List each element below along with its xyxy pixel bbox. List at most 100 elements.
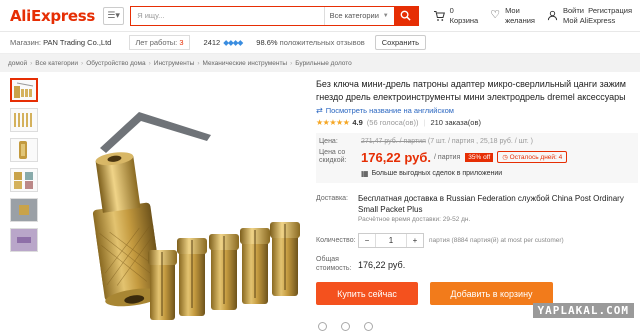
divider: | (423, 117, 426, 127)
thumbnail[interactable] (10, 78, 38, 102)
breadcrumb-item[interactable]: Механические инструменты (202, 60, 287, 67)
breadcrumb-separator: › (30, 59, 33, 67)
wishlist-link[interactable]: ♡ Мои желания (490, 6, 535, 25)
store-years: Лет работы: 3 (129, 35, 190, 50)
product-title: Без ключа мини-дрель патроны адаптер мик… (316, 79, 626, 102)
my-aliexpress-label: Мой AliExpress (562, 15, 616, 25)
thumbnail[interactable] (10, 108, 38, 132)
store-name-link[interactable]: PAN Trading Co.,Ltd (43, 38, 111, 47)
total-row: Общая стоимость: 176,22 руб. (316, 256, 638, 273)
cart-link[interactable]: 0 Корзина (433, 6, 479, 25)
discount-price-row: Цена со скидкой: 176,22 руб. / партия 35… (319, 149, 638, 166)
heart-icon: ♡ (490, 8, 501, 21)
wishlist-label: Мои (505, 6, 520, 16)
breadcrumb-separator: › (290, 59, 293, 67)
login-link[interactable]: Войти (563, 6, 584, 15)
discount-badge: 35% off (465, 152, 494, 162)
wishlist-sub: желания (505, 15, 535, 25)
quantity-note: партия (8884 партия(й) at most per custo… (429, 237, 564, 245)
search-placeholder: Я ищу... (137, 11, 165, 20)
delivery-eta: Расчётное время доставки: 29-52 дн. (358, 216, 471, 224)
shipping-label: Доставка: (316, 194, 349, 202)
search-icon (400, 10, 411, 21)
thumbnail[interactable] (10, 198, 38, 222)
app-deal-link[interactable]: ▦ Больше выгодных сделок в приложении (361, 169, 638, 178)
user-icon (547, 10, 558, 21)
thumbnail[interactable] (10, 168, 38, 192)
breadcrumb-separator: › (148, 59, 151, 67)
breadcrumb-item[interactable]: Все категории (35, 60, 78, 67)
chevron-down-icon: ▼ (382, 12, 389, 19)
rating-score: 4.9 (352, 117, 363, 127)
share-icon[interactable] (364, 322, 373, 331)
star-rating-icon: ★★★★★ (316, 117, 350, 127)
days-left-badge: ◷ Осталось дней: 4 (497, 151, 568, 164)
breadcrumb-item[interactable]: Обустройство дома (86, 60, 145, 67)
breadcrumb-item[interactable]: Инструменты (154, 60, 195, 67)
positive-label: положительных отзывов (279, 38, 365, 47)
product-main: Без ключа мини-дрель патроны адаптер мик… (0, 72, 640, 323)
share-icon[interactable] (341, 322, 350, 331)
translate-link[interactable]: ⇄ Посмотреть название на английском (316, 106, 638, 115)
watermark: YAPLAKAL.COM (532, 303, 634, 318)
cart-label: Корзина (449, 15, 479, 25)
qr-code-icon: ▦ (361, 168, 369, 178)
price-label: Цена: (319, 137, 338, 145)
top-header: AliExpress ☰▾ Я ищу... Все категории ▼ 0… (0, 0, 640, 32)
diamond-icons: ◆◆◆◆ (223, 38, 243, 47)
breadcrumb-item[interactable]: домой (8, 60, 27, 67)
cart-icon (433, 10, 445, 21)
price-box: Цена: 271,47 руб. / партия (7 шт. / парт… (316, 132, 638, 183)
breadcrumb: домой › Все категории › Обустройство дома ›… (0, 54, 640, 72)
price-unit: / партия (434, 153, 461, 161)
search-category-select[interactable]: Все категории ▼ (323, 6, 394, 25)
add-to-cart-button[interactable]: Добавить в корзину (430, 282, 553, 306)
translate-label: Посмотреть название на английском (325, 105, 454, 115)
quantity-row: Количество: − 1 + партия (8884 партия(й)… (316, 233, 638, 249)
shipping-row: Доставка: Бесплатная доставка в Russian … (316, 194, 638, 224)
product-info: Без ключа мини-дрель патроны адаптер мик… (316, 78, 638, 323)
hamburger-icon: ☰▾ (107, 10, 120, 20)
decrease-button[interactable]: − (359, 234, 375, 247)
breadcrumb-separator: › (81, 59, 84, 67)
translate-icon: ⇄ (316, 105, 323, 115)
positive-percent: 98.6% (256, 38, 278, 47)
search-category-label: Все категории (329, 11, 379, 20)
breadcrumb-separator: › (197, 59, 200, 67)
original-price-row: Цена: 271,47 руб. / партия (7 шт. / парт… (319, 138, 638, 146)
account-link[interactable]: Войти Регистрация Мой AliExpress (547, 6, 632, 25)
quantity-stepper: − 1 + (358, 233, 424, 249)
discount-price: 176,22 руб. (361, 149, 432, 165)
increase-button[interactable]: + (407, 234, 423, 247)
buy-now-button[interactable]: Купить сейчас (316, 282, 418, 306)
cart-count: 0 (449, 6, 454, 16)
search-input[interactable]: Я ищу... (131, 7, 323, 25)
share-icons (318, 322, 373, 331)
rating-row: ★★★★★ 4.9 (56 голоса(ов)) | 210 заказа(о… (316, 118, 638, 127)
search-bar: Я ищу... Все категории ▼ (130, 5, 419, 26)
drill-chuck-image (92, 112, 300, 320)
product-image[interactable] (46, 78, 308, 323)
total-price: 176,22 руб. (358, 259, 406, 270)
rating-votes-link[interactable]: (56 голоса(ов)) (367, 118, 419, 127)
thumbnail-list (10, 78, 40, 323)
menu-button[interactable]: ☰▾ (102, 6, 125, 25)
quantity-label: Количество: (316, 236, 356, 244)
search-button[interactable] (393, 6, 418, 25)
store-score: 2412 (203, 38, 221, 47)
shipping-method-link[interactable]: Бесплатная доставка в Russian Federation… (358, 194, 638, 216)
quantity-input[interactable]: 1 (375, 234, 407, 248)
store-label: Магазин: (10, 38, 42, 47)
years-value: 3 (179, 38, 184, 47)
register-link[interactable]: Регистрация (588, 6, 632, 15)
store-bar: Магазин: PAN Trading Co.,Ltd Лет работы:… (0, 32, 640, 54)
logo-text: AliExpress (10, 6, 95, 25)
share-icon[interactable] (318, 322, 327, 331)
years-label: Лет работы: (135, 38, 178, 47)
breadcrumb-item[interactable]: Бурильные долото (295, 60, 352, 67)
aliexpress-logo[interactable]: AliExpress (10, 7, 103, 25)
thumbnail[interactable] (10, 228, 38, 252)
orders-count: 210 заказа(ов) (430, 117, 481, 127)
thumbnail[interactable] (10, 138, 38, 162)
save-store-button[interactable]: Сохранить (374, 35, 427, 50)
